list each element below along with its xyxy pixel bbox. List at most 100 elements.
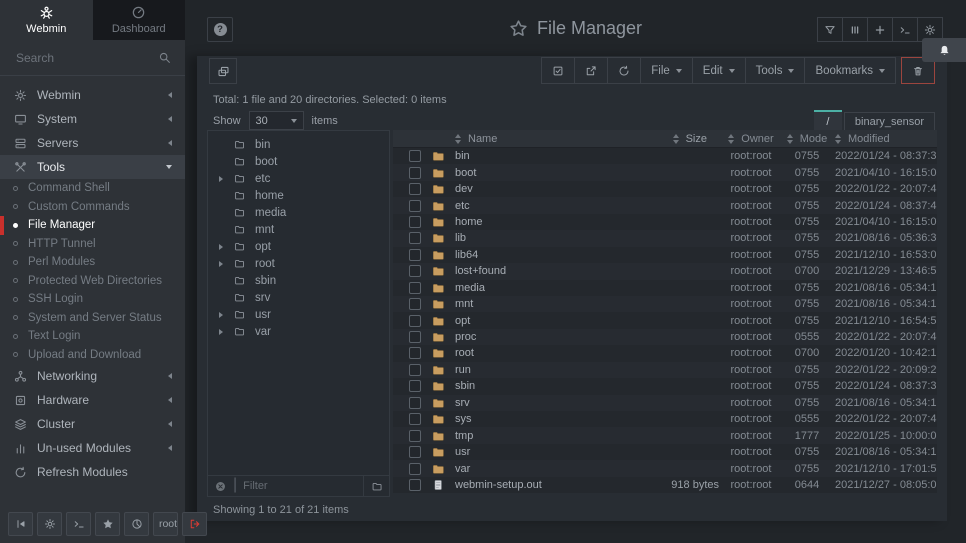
table-row[interactable]: mnt root:root 0755 2021/08/16 - 05:34:12	[393, 296, 937, 312]
file-name[interactable]: sys	[455, 413, 633, 425]
row-checkbox[interactable]	[409, 347, 421, 359]
tree-expander-icon[interactable]	[215, 329, 227, 335]
table-row[interactable]: var root:root 0755 2021/12/10 - 17:01:55	[393, 460, 937, 476]
row-checkbox[interactable]	[409, 380, 421, 392]
sidebar-item-perl-modules[interactable]: Perl Modules	[0, 253, 185, 272]
tab-webmin[interactable]: Webmin	[0, 0, 93, 40]
row-checkbox[interactable]	[409, 167, 421, 179]
path-current-tab[interactable]: binary_sensor	[844, 112, 935, 132]
table-row[interactable]: run root:root 0755 2022/01/22 - 20:09:21	[393, 362, 937, 378]
favorites-button[interactable]	[95, 512, 120, 536]
table-row[interactable]: srv root:root 0755 2021/08/16 - 05:34:12	[393, 395, 937, 411]
table-row[interactable]: lib64 root:root 0755 2021/12/10 - 16:53:…	[393, 247, 937, 263]
file-name[interactable]: opt	[455, 315, 633, 327]
sort-icon[interactable]	[728, 134, 735, 144]
file-type-icon[interactable]	[431, 479, 445, 491]
file-type-icon[interactable]	[431, 150, 445, 162]
file-name[interactable]: home	[455, 216, 633, 228]
sort-icon[interactable]	[835, 134, 842, 144]
tab-dashboard[interactable]: Dashboard	[93, 0, 186, 40]
notifications-bell[interactable]	[922, 38, 966, 62]
copy-window-button[interactable]	[209, 58, 237, 84]
file-type-icon[interactable]	[431, 380, 445, 392]
sidebar-item-system[interactable]: System	[0, 107, 185, 131]
file-type-icon[interactable]	[431, 397, 445, 409]
file-type-icon[interactable]	[431, 347, 445, 359]
file-name[interactable]: run	[455, 364, 633, 376]
sidebar-item-file-manager[interactable]: File Manager	[0, 216, 185, 235]
file-name[interactable]: lost+found	[455, 265, 633, 277]
shell-button[interactable]	[892, 17, 918, 42]
row-checkbox[interactable]	[409, 298, 421, 310]
bookmarks-menu-button[interactable]: Bookmarks	[804, 57, 896, 84]
file-name[interactable]: etc	[455, 200, 633, 212]
header-mode[interactable]: Mode	[779, 133, 835, 145]
file-type-icon[interactable]	[431, 183, 445, 195]
file-name[interactable]: sbin	[455, 380, 633, 392]
row-checkbox[interactable]	[409, 413, 421, 425]
file-type-icon[interactable]	[431, 446, 445, 458]
table-row[interactable]: media root:root 0755 2021/08/16 - 05:34:…	[393, 280, 937, 296]
table-row[interactable]: opt root:root 0755 2021/12/10 - 16:54:57	[393, 312, 937, 328]
file-type-icon[interactable]	[431, 463, 445, 475]
sidebar-item-cluster[interactable]: Cluster	[0, 412, 185, 436]
table-row[interactable]: lost+found root:root 0700 2021/12/29 - 1…	[393, 263, 937, 279]
table-row[interactable]: tmp root:root 1777 2022/01/25 - 10:00:03	[393, 427, 937, 443]
row-checkbox[interactable]	[409, 463, 421, 475]
sidebar-item-protected-web-directories[interactable]: Protected Web Directories	[0, 272, 185, 291]
header-modified[interactable]: Modified	[835, 133, 937, 145]
tree-item[interactable]: usr	[208, 306, 389, 323]
select-all-button[interactable]	[541, 57, 575, 84]
user-button[interactable]: root	[153, 512, 178, 536]
search-icon[interactable]	[158, 51, 171, 64]
tree-filter-input[interactable]	[241, 479, 363, 493]
collapse-sidebar-button[interactable]	[8, 512, 33, 536]
table-row[interactable]: sbin root:root 0755 2022/01/24 - 08:37:3…	[393, 378, 937, 394]
row-checkbox[interactable]	[409, 430, 421, 442]
sidebar-item-refresh-modules[interactable]: Refresh Modules	[0, 460, 185, 484]
tree-item[interactable]: bin	[208, 136, 389, 153]
table-row[interactable]: root root:root 0700 2022/01/20 - 10:42:1…	[393, 345, 937, 361]
sidebar-item-servers[interactable]: Servers	[0, 131, 185, 155]
row-checkbox[interactable]	[409, 150, 421, 162]
tree-item[interactable]: root	[208, 255, 389, 272]
refresh-button[interactable]	[607, 57, 641, 84]
file-name[interactable]: usr	[455, 446, 633, 458]
sidebar-item-command-shell[interactable]: Command Shell	[0, 179, 185, 198]
row-checkbox[interactable]	[409, 364, 421, 376]
file-type-icon[interactable]	[431, 315, 445, 327]
row-checkbox[interactable]	[409, 200, 421, 212]
file-type-icon[interactable]	[431, 298, 445, 310]
sort-icon[interactable]	[787, 134, 794, 144]
file-name[interactable]: tmp	[455, 430, 633, 442]
tree-item[interactable]: mnt	[208, 221, 389, 238]
edit-menu-button[interactable]: Edit	[692, 57, 746, 84]
sidebar-item-http-tunnel[interactable]: HTTP Tunnel	[0, 235, 185, 254]
file-name[interactable]: lib	[455, 232, 633, 244]
tree-item[interactable]: var	[208, 323, 389, 340]
file-type-icon[interactable]	[431, 331, 445, 343]
tree-expander-icon[interactable]	[215, 261, 227, 267]
file-name[interactable]: mnt	[455, 298, 633, 310]
header-size[interactable]: Size	[633, 133, 723, 145]
file-name[interactable]: lib64	[455, 249, 633, 261]
sidebar-item-tools[interactable]: Tools	[0, 155, 185, 179]
row-checkbox[interactable]	[409, 265, 421, 277]
palette-button[interactable]	[124, 512, 149, 536]
row-checkbox[interactable]	[409, 183, 421, 195]
terminal-button[interactable]	[66, 512, 91, 536]
tree-item[interactable]: boot	[208, 153, 389, 170]
tree-item[interactable]: etc	[208, 170, 389, 187]
file-type-icon[interactable]	[431, 430, 445, 442]
file-type-icon[interactable]	[431, 216, 445, 228]
row-checkbox[interactable]	[409, 397, 421, 409]
tree-item[interactable]: sbin	[208, 272, 389, 289]
tree-item[interactable]: opt	[208, 238, 389, 255]
row-checkbox[interactable]	[409, 282, 421, 294]
add-button[interactable]	[867, 17, 893, 42]
tree-expander-icon[interactable]	[215, 176, 227, 182]
tree-item[interactable]: home	[208, 187, 389, 204]
row-checkbox[interactable]	[409, 446, 421, 458]
table-row[interactable]: dev root:root 0755 2022/01/22 - 20:07:49	[393, 181, 937, 197]
file-name[interactable]: media	[455, 282, 633, 294]
